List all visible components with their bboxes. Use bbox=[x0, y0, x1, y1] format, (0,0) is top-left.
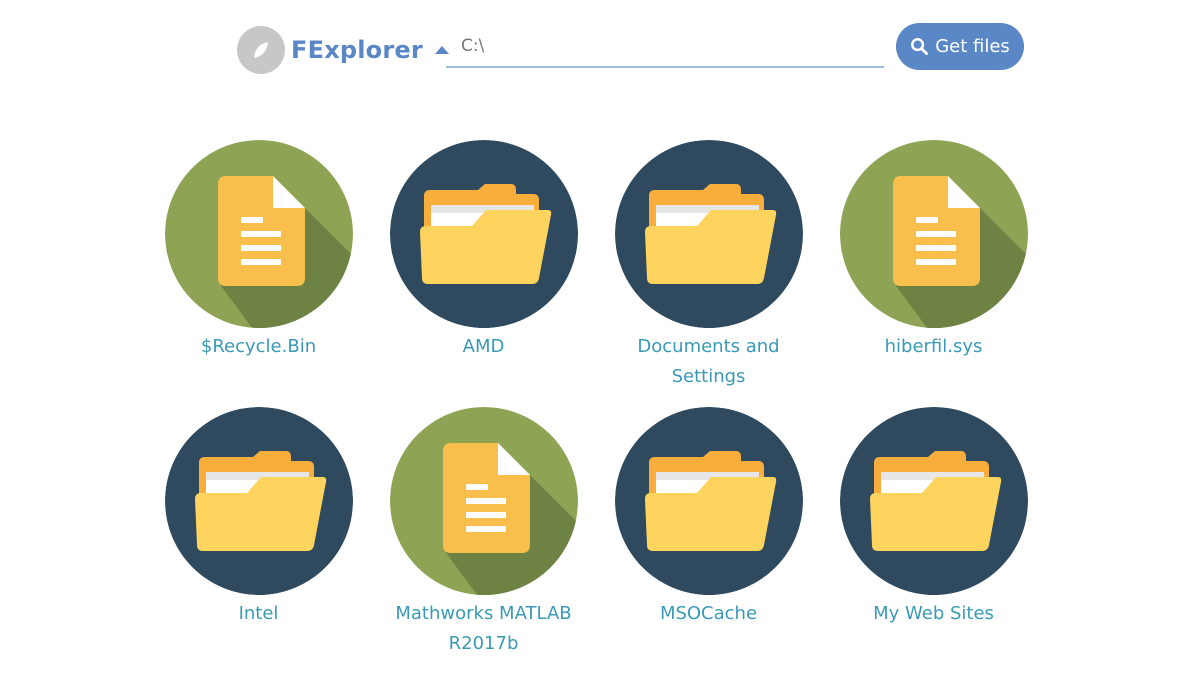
grid-item-folder[interactable]: MSOCache bbox=[596, 407, 821, 674]
get-files-label: Get files bbox=[935, 36, 1010, 57]
grid-item-file[interactable]: $Recycle.Bin bbox=[146, 140, 371, 407]
grid-item-file[interactable]: hiberfil.sys bbox=[821, 140, 1046, 407]
item-label: hiberfil.sys bbox=[884, 336, 983, 357]
app-logo: FExplorer bbox=[237, 26, 449, 74]
file-icon bbox=[389, 407, 578, 595]
grid-item-folder[interactable]: Intel bbox=[146, 407, 371, 674]
grid-item-folder[interactable]: My Web Sites bbox=[821, 407, 1046, 674]
item-label: Intel bbox=[238, 603, 279, 624]
file-icon bbox=[839, 140, 1028, 328]
path-input[interactable] bbox=[446, 26, 884, 68]
grid-item-folder[interactable]: AMD bbox=[371, 140, 596, 407]
compass-icon bbox=[237, 26, 285, 74]
item-label: Documents and Settings bbox=[637, 336, 780, 387]
get-files-button[interactable]: Get files bbox=[896, 23, 1024, 70]
item-label: MSOCache bbox=[659, 603, 758, 624]
folder-icon bbox=[164, 407, 353, 595]
item-label: AMD bbox=[462, 336, 505, 357]
folder-icon bbox=[614, 140, 803, 328]
folder-icon bbox=[614, 407, 803, 595]
grid-item-folder[interactable]: Documents and Settings bbox=[596, 140, 821, 407]
grid-item-file[interactable]: Mathworks MATLAB R2017b bbox=[371, 407, 596, 674]
file-icon bbox=[164, 140, 353, 328]
item-label: $Recycle.Bin bbox=[200, 336, 317, 357]
search-icon bbox=[910, 37, 929, 56]
folder-icon bbox=[389, 140, 578, 328]
folder-icon bbox=[839, 407, 1028, 595]
app-title: FExplorer bbox=[291, 36, 423, 64]
top-bar: FExplorer Get files bbox=[0, 0, 1177, 100]
item-label: My Web Sites bbox=[873, 603, 994, 624]
file-grid: $Recycle.Bin AMD Documents and Settings … bbox=[146, 140, 1046, 674]
item-label: Mathworks MATLAB R2017b bbox=[395, 603, 572, 654]
